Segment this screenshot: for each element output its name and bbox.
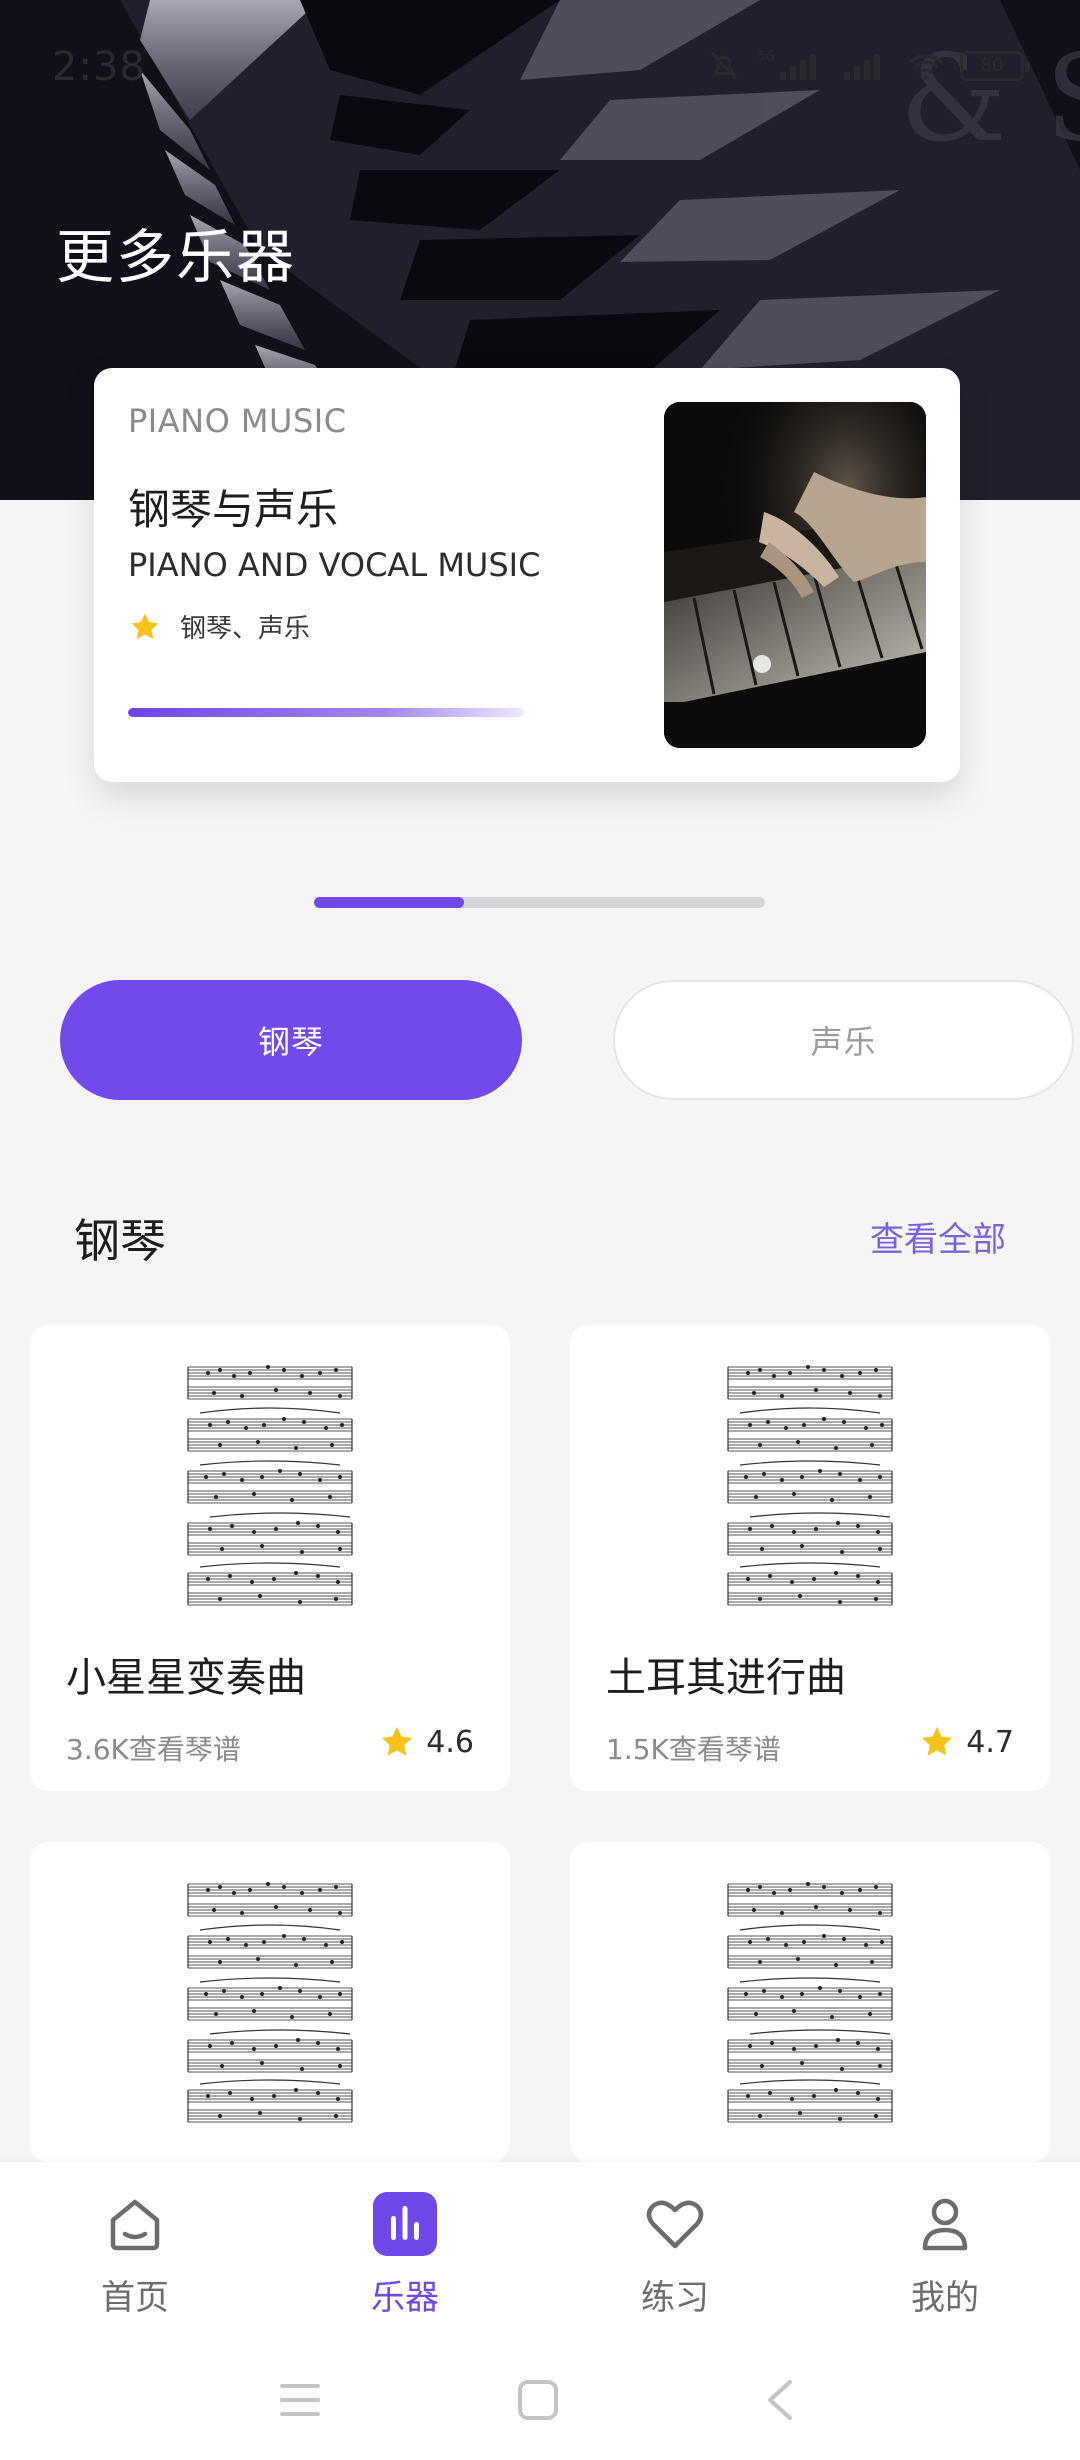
segment-vocal-button[interactable]: 声乐 — [613, 980, 1074, 1100]
score-rating: 4.6 — [378, 1723, 474, 1761]
carousel-pager-indicator — [314, 897, 465, 908]
featured-eyebrow: PIANO MUSIC — [128, 402, 347, 440]
sheet-music-thumbnail — [180, 1353, 360, 1611]
score-title: 土耳其进行曲 — [606, 1655, 846, 1701]
featured-progress — [128, 708, 524, 717]
carousel-pager — [314, 897, 765, 908]
instruments-screen: & S 2:38 5G — [0, 0, 1080, 2460]
home-icon — [110, 2199, 160, 2251]
nav-home-label: 首页 — [101, 2278, 169, 2318]
score-title: 小星星变奏曲 — [66, 1655, 306, 1701]
featured-title: 钢琴与声乐 — [128, 485, 339, 534]
segment-piano-button[interactable]: 钢琴 — [60, 980, 522, 1100]
featured-subtitle: PIANO AND VOCAL MUSIC — [128, 546, 541, 584]
score-views: 3.6K查看琴谱 — [66, 1733, 241, 1766]
featured-photo-piano-hands — [664, 402, 926, 748]
featured-card[interactable]: PIANO MUSIC 钢琴与声乐 PIANO AND VOCAL MUSIC … — [94, 368, 960, 782]
score-card[interactable] — [570, 1842, 1050, 2162]
score-card[interactable] — [30, 1842, 510, 2162]
status-time: 2:38 — [52, 44, 146, 90]
signal-5g-icon: 5G — [758, 49, 816, 80]
featured-tags-text: 钢琴、声乐 — [180, 614, 311, 644]
heart-icon — [646, 2200, 704, 2249]
page-title: 更多乐器 — [56, 223, 297, 291]
network-label: 5G — [758, 49, 775, 63]
nav-practice[interactable]: 练习 — [575, 2192, 775, 2319]
profile-icon — [922, 2198, 968, 2251]
nav-profile[interactable]: 我的 — [845, 2192, 1045, 2319]
nav-practice-label: 练习 — [641, 2278, 709, 2318]
sheet-music-thumbnail — [720, 1353, 900, 1611]
view-all-link[interactable]: 查看全部 — [870, 1212, 1006, 1261]
star-icon — [922, 1726, 953, 1756]
nav-home[interactable]: 首页 — [35, 2192, 235, 2319]
score-views: 1.5K查看琴谱 — [606, 1733, 781, 1766]
sheet-music-thumbnail — [720, 1870, 900, 2128]
wifi-icon — [909, 54, 943, 80]
score-card[interactable]: 小星星变奏曲 3.6K查看琴谱 4.6 — [30, 1325, 510, 1791]
system-navigation-bar — [280, 2380, 792, 2420]
nav-profile-label: 我的 — [911, 2278, 979, 2318]
score-rating-value: 4.7 — [966, 1724, 1014, 1760]
battery-level: 80 — [980, 55, 1004, 76]
score-rating: 4.7 — [918, 1723, 1014, 1761]
instruments-icon — [373, 2192, 437, 2256]
system-home-icon[interactable] — [518, 2380, 558, 2420]
star-icon — [131, 613, 159, 639]
system-back-icon[interactable] — [768, 2380, 792, 2420]
score-card[interactable]: 土耳其进行曲 1.5K查看琴谱 4.7 — [570, 1325, 1050, 1791]
nav-instruments[interactable]: 乐器 — [305, 2192, 505, 2319]
status-bar: 2:38 5G 80 — [0, 0, 1080, 140]
mute-bell-icon — [710, 51, 738, 81]
signal-bars-icon — [844, 54, 880, 80]
score-rating-value: 4.6 — [426, 1724, 474, 1760]
nav-instruments-label: 乐器 — [371, 2278, 439, 2318]
sheet-music-thumbnail — [180, 1870, 360, 2128]
system-menu-icon[interactable] — [280, 2384, 320, 2416]
section-title: 钢琴 — [74, 1214, 166, 1268]
status-icons: 5G 80 — [706, 46, 1030, 86]
battery-icon: 80 — [960, 51, 1030, 81]
featured-progress-fill — [128, 708, 524, 717]
star-icon — [382, 1726, 413, 1756]
featured-tags: 钢琴、声乐 — [128, 608, 310, 645]
